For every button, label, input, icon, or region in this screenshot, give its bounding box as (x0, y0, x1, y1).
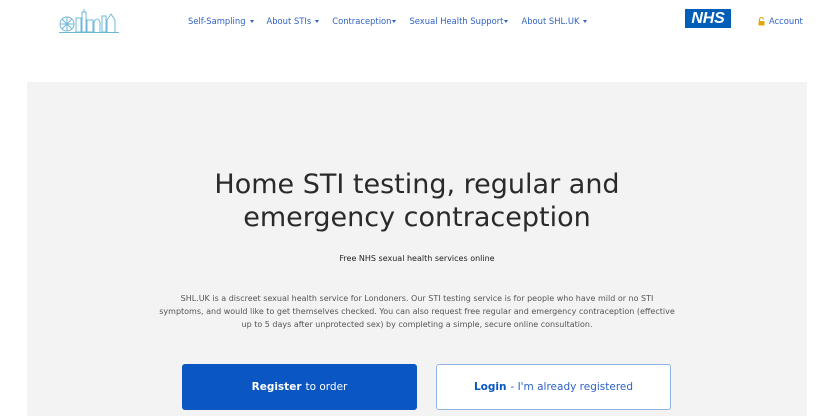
nav-about-stis[interactable]: About STIs (267, 16, 320, 26)
hero-title-line-1: Home STI testing, regular and (214, 169, 620, 200)
login-button-text: - I'm already registered (510, 381, 634, 393)
login-button-bold: Login (473, 381, 507, 393)
hero-section: Home STI testing, regular and emergency … (27, 82, 807, 416)
account-label: Account (769, 16, 803, 26)
register-button-text: to order (305, 381, 348, 393)
account-link[interactable]: Account (758, 16, 803, 26)
nav-about-shl[interactable]: About SHL.UK (521, 16, 588, 26)
caret-down-icon (392, 20, 397, 23)
nav-label: Sexual Health Support (409, 16, 504, 26)
nav-self-sampling[interactable]: Self-Sampling (188, 16, 254, 26)
nav-label: About STIs (266, 16, 312, 26)
nhs-logo[interactable]: NHS (685, 9, 731, 28)
hero-title-line-2: emergency contraception (243, 202, 591, 233)
nav-label: Contraception (332, 16, 392, 26)
nav-contraception[interactable]: Contraception (332, 16, 397, 26)
hero-title: Home STI testing, regular and emergency … (27, 168, 807, 234)
register-button-bold: Register (251, 381, 302, 393)
hero-description: SHL.UK is a discreet sexual health servi… (87, 292, 747, 331)
description-line: up to 5 days after unprotected sex) by c… (241, 320, 593, 329)
main-nav: Self-Sampling About STIs Contraception S… (188, 16, 600, 26)
site-header: Self-Sampling About STIs Contraception S… (0, 0, 834, 46)
description-line: SHL.UK is a discreet sexual health servi… (180, 294, 654, 303)
caret-down-icon (315, 20, 320, 23)
hero-subtitle: Free NHS sexual health services online (339, 254, 495, 263)
description-line: symptoms, and would like to get themselv… (159, 307, 675, 316)
login-button[interactable]: Login - I'm already registered (436, 364, 671, 410)
caret-down-icon (249, 20, 254, 23)
register-button[interactable]: Register to order (182, 364, 417, 410)
lock-icon (758, 16, 765, 25)
nav-label: Self-Sampling (188, 16, 246, 26)
nav-sexual-health-support[interactable]: Sexual Health Support (409, 16, 509, 26)
caret-down-icon (504, 20, 509, 23)
london-skyline-logo[interactable] (59, 8, 119, 34)
nav-label: About SHL.UK (521, 16, 580, 26)
caret-down-icon (583, 20, 588, 23)
